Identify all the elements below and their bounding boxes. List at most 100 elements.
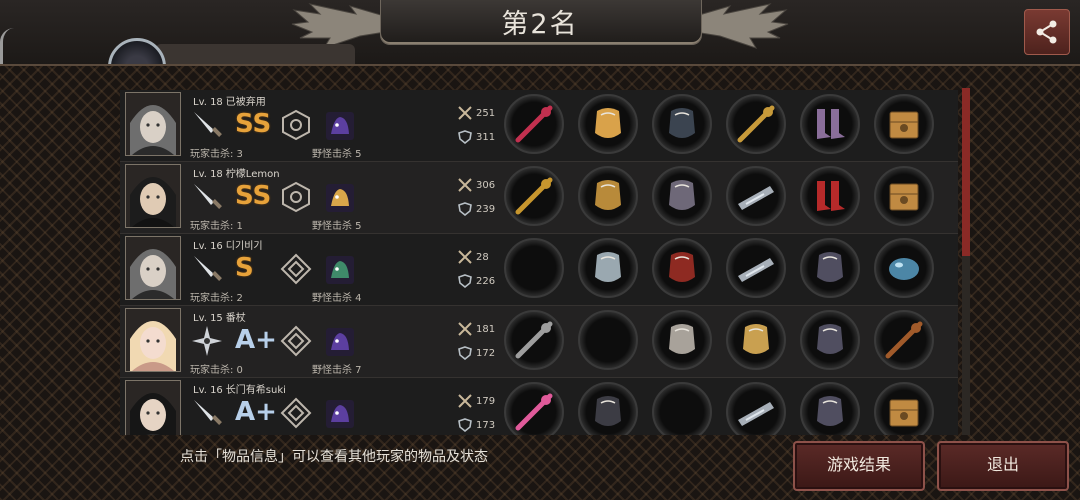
purple-boots-icon[interactable] xyxy=(800,94,860,154)
player-row[interactable]: Lv. 18 已被弃用 SS 玩家击杀: 3 野怪击杀 5 251 311 xyxy=(120,90,958,162)
plate-armor-icon[interactable] xyxy=(652,310,712,370)
item-slots xyxy=(504,382,934,435)
attack-value: 179 xyxy=(476,395,496,407)
pink-halberd-icon[interactable] xyxy=(504,382,564,435)
player-level-name: Lv. 15 番杖 xyxy=(190,309,246,324)
attack-value: 251 xyxy=(476,107,496,119)
grade-badge: A+ xyxy=(235,397,277,427)
monster-kills: 野怪击杀 4 xyxy=(312,293,362,304)
item-slots xyxy=(504,166,934,228)
purple-beast-pet-icon xyxy=(326,328,354,356)
empty-slot-icon[interactable] xyxy=(578,310,638,370)
steel-armor-icon[interactable] xyxy=(652,166,712,226)
attack-icon xyxy=(458,322,472,336)
attack-value: 28 xyxy=(476,251,489,263)
diamond-skill-icon xyxy=(280,253,312,285)
defense-value: 173 xyxy=(476,419,496,431)
player-level: Lv. 16 xyxy=(193,241,223,252)
defense-stat: 173 xyxy=(458,418,495,432)
green-spirit-pet-icon xyxy=(326,256,354,284)
player-avatar[interactable] xyxy=(125,380,181,435)
player-row[interactable]: Lv. 16 디기비기 S 玩家击杀: 2 野怪击杀 4 28 226 xyxy=(120,234,958,306)
golden-shield-icon[interactable] xyxy=(726,310,786,370)
share-icon xyxy=(1036,20,1057,44)
scythe-icon[interactable] xyxy=(504,310,564,370)
player-row[interactable]: Lv. 16 长门有希suki A+ 179 173 xyxy=(120,378,958,435)
hexagon-skill-icon xyxy=(280,109,312,141)
metal-bracer-icon[interactable] xyxy=(726,382,786,435)
supply-crate-icon[interactable] xyxy=(874,382,934,435)
blue-orb-icon[interactable] xyxy=(874,238,934,298)
scrollbar-thumb[interactable] xyxy=(962,88,970,256)
player-kills: 玩家击杀: 0 xyxy=(190,365,243,376)
dagger-icon xyxy=(190,180,224,214)
attack-stat: 181 xyxy=(458,322,495,336)
player-level-name: Lv. 18 已被弃用 xyxy=(190,93,266,108)
empty-slot-icon[interactable] xyxy=(652,382,712,435)
player-level-name: Lv. 18 柠檬Lemon xyxy=(190,165,280,180)
exit-button[interactable]: 退出 xyxy=(937,441,1069,491)
defense-icon xyxy=(458,130,472,144)
crimson-blade-icon[interactable] xyxy=(504,94,564,154)
player-level-name: Lv. 16 디기비기 xyxy=(190,237,263,252)
attack-icon xyxy=(458,106,472,120)
grade-badge: SS xyxy=(235,181,272,211)
golden-staff-icon[interactable] xyxy=(726,94,786,154)
share-button[interactable] xyxy=(1024,9,1070,55)
defense-icon xyxy=(458,418,472,432)
dark-helmet-icon[interactable] xyxy=(578,382,638,435)
dark-armor-icon[interactable] xyxy=(652,94,712,154)
empty-slot-icon[interactable] xyxy=(504,238,564,298)
defense-value: 226 xyxy=(476,275,496,287)
attack-icon xyxy=(458,394,472,408)
player-avatar[interactable] xyxy=(125,92,181,156)
supply-crate-icon[interactable] xyxy=(874,166,934,226)
player-level: Lv. 16 xyxy=(193,385,223,396)
red-heels-icon[interactable] xyxy=(800,166,860,226)
golden-scepter-icon[interactable] xyxy=(504,166,564,226)
attack-stat: 28 xyxy=(458,250,489,264)
defense-icon xyxy=(458,202,472,216)
gold-helmet-icon[interactable] xyxy=(578,166,638,226)
diamond-skill-icon xyxy=(280,325,312,357)
purple-beast-pet-icon xyxy=(326,400,354,428)
player-level: Lv. 15 xyxy=(193,313,223,324)
player-list[interactable]: Lv. 18 已被弃用 SS 玩家击杀: 3 野怪击杀 5 251 311 Lv.… xyxy=(120,90,958,435)
monster-kills: 野怪击杀 5 xyxy=(312,221,362,232)
steel-helmet-icon[interactable] xyxy=(578,238,638,298)
dark-gauntlet-icon[interactable] xyxy=(800,238,860,298)
player-avatar[interactable] xyxy=(125,236,181,300)
dark-gauntlet-icon[interactable] xyxy=(800,382,860,435)
monster-kills: 野怪击杀 5 xyxy=(312,149,362,160)
golden-tiara-icon[interactable] xyxy=(578,94,638,154)
monster-kills: 野怪击杀 7 xyxy=(312,365,362,376)
dark-gauntlet-icon[interactable] xyxy=(800,310,860,370)
defense-value: 239 xyxy=(476,203,496,215)
metal-bracer-icon[interactable] xyxy=(726,166,786,226)
grade-badge: A+ xyxy=(235,325,277,355)
hexagon-skill-icon xyxy=(280,181,312,213)
metal-bracer-icon[interactable] xyxy=(726,238,786,298)
game-result-button[interactable]: 游戏结果 xyxy=(793,441,925,491)
defense-stat: 172 xyxy=(458,346,495,360)
player-avatar[interactable] xyxy=(125,308,181,372)
wooden-cross-icon[interactable] xyxy=(874,310,934,370)
hint-text: 点击「物品信息」可以查看其他玩家的物品及状态 xyxy=(180,449,488,465)
attack-icon xyxy=(458,178,472,192)
attack-icon xyxy=(458,250,472,264)
item-slots xyxy=(504,310,934,372)
attack-stat: 306 xyxy=(458,178,495,192)
player-avatar[interactable] xyxy=(125,164,181,228)
player-kills: 玩家击杀: 1 xyxy=(190,221,243,232)
defense-stat: 311 xyxy=(458,130,495,144)
player-level: Lv. 18 xyxy=(193,97,223,108)
item-slots xyxy=(504,94,934,156)
player-row[interactable]: Lv. 15 番杖 A+ 玩家击杀: 0 野怪击杀 7 181 172 xyxy=(120,306,958,378)
dagger-icon xyxy=(190,396,224,430)
item-slots xyxy=(504,238,934,300)
player-level: Lv. 18 xyxy=(193,169,223,180)
dagger-icon xyxy=(190,108,224,142)
supply-crate-icon[interactable] xyxy=(874,94,934,154)
red-armor-icon[interactable] xyxy=(652,238,712,298)
player-row[interactable]: Lv. 18 柠檬Lemon SS 玩家击杀: 1 野怪击杀 5 306 239 xyxy=(120,162,958,234)
